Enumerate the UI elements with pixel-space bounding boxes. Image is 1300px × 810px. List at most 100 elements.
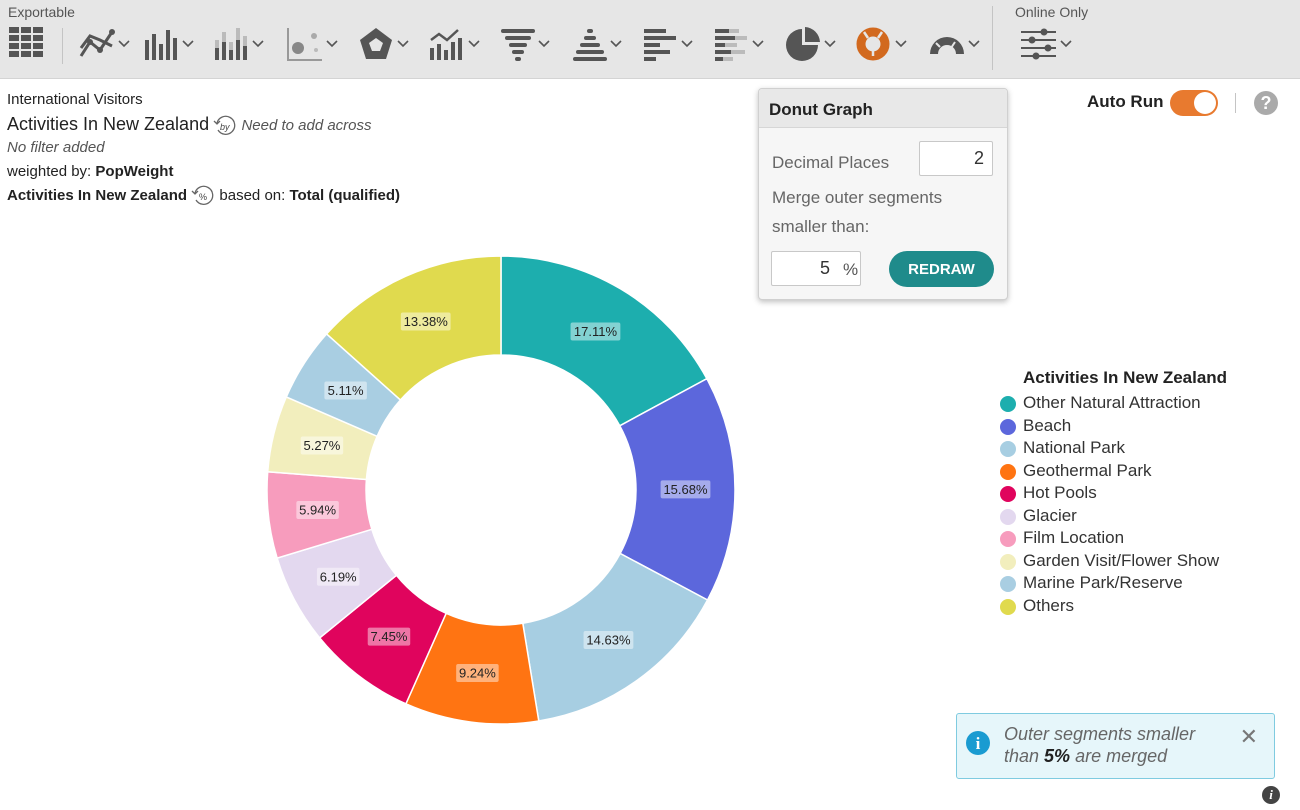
data-label: 7.45% — [371, 629, 408, 644]
donut-slice-glacier[interactable] — [276, 528, 398, 639]
data-label: 17.11% — [574, 324, 618, 339]
bar-chart-icon — [145, 30, 177, 60]
legend-swatch — [1000, 598, 1016, 615]
legend-swatch — [1000, 441, 1016, 457]
filter-note: No filter added — [7, 139, 105, 156]
donut-slice-hot-pools[interactable] — [318, 574, 448, 705]
by-cycle-icon[interactable]: by — [213, 115, 237, 137]
legend-label: Marine Park/Reserve — [1023, 573, 1183, 592]
settings-sliders-icon — [1021, 28, 1056, 60]
redraw-button[interactable]: REDRAW — [889, 251, 994, 287]
percent-variable[interactable]: Activities In New Zealand — [7, 187, 187, 204]
chevron-down-icon — [538, 40, 550, 48]
scatter-chart-button[interactable] — [286, 24, 338, 64]
source-name: International Visitors — [7, 91, 143, 108]
stacked-horizontal-bar-chart-button[interactable] — [714, 24, 764, 64]
data-label-background — [400, 312, 451, 331]
chevron-down-icon — [1060, 40, 1072, 48]
help-icon[interactable]: ? — [1254, 91, 1278, 115]
title-row: Activities In New Zealand by Need to add… — [7, 112, 400, 136]
donut-chart-icon — [856, 27, 890, 61]
merge-label-line1: Merge outer segments — [772, 188, 943, 207]
pie-chart-button[interactable] — [784, 24, 836, 64]
based-on-label: based on: — [219, 187, 286, 204]
horizontal-bar-chart-button[interactable] — [643, 24, 693, 64]
data-label: 15.68% — [663, 482, 708, 497]
data-label-background — [296, 501, 339, 520]
gauge-chart-button[interactable] — [928, 24, 980, 64]
online-only-label: Online Only — [1015, 4, 1089, 20]
legend-swatch — [1000, 508, 1016, 525]
data-label: 5.27% — [304, 438, 341, 453]
close-icon[interactable]: ✕ — [1240, 724, 1258, 750]
donut-chart-button[interactable] — [855, 24, 907, 64]
data-label-background — [570, 322, 621, 341]
horizontal-bar-chart-icon — [644, 29, 676, 61]
weighted-label: weighted by: — [7, 163, 92, 180]
info-icon: i — [966, 731, 990, 755]
line-chart-button[interactable] — [78, 24, 130, 64]
info-corner-icon[interactable]: i — [1262, 786, 1280, 804]
weighted-value[interactable]: PopWeight — [95, 163, 173, 180]
svg-text:%: % — [199, 192, 207, 202]
table-button[interactable] — [9, 24, 45, 64]
svg-text:by: by — [220, 122, 230, 132]
gauge-chart-icon — [930, 37, 964, 55]
data-label: 13.38% — [404, 314, 449, 329]
decimal-places-input[interactable] — [919, 141, 993, 176]
donut-slice-film-location[interactable] — [266, 470, 373, 560]
funnel-chart-button[interactable] — [500, 24, 550, 64]
legend-label: Garden Visit/Flower Show — [1023, 550, 1220, 570]
donut-slice-geothermal-park[interactable] — [404, 612, 540, 725]
legend-swatch — [1000, 418, 1016, 435]
scatter-chart-icon — [287, 28, 322, 61]
radar-chart-icon — [360, 28, 392, 59]
donut-slice-other-natural-attraction[interactable] — [500, 255, 708, 427]
data-label-background — [367, 627, 411, 646]
merge-unit: % — [843, 260, 859, 279]
chevron-down-icon — [397, 40, 409, 48]
chevron-down-icon — [610, 40, 622, 48]
percentage-row: Activities In New Zealand % based on: To… — [7, 184, 400, 208]
donut-slice-marine-park-reserve[interactable] — [285, 332, 402, 438]
legend-label: Others — [1023, 595, 1075, 615]
table-title[interactable]: Activities In New Zealand — [7, 114, 209, 134]
pyramid-chart-button[interactable] — [572, 24, 622, 64]
legend-label: Film Location — [1023, 528, 1125, 547]
data-label-background — [456, 663, 499, 682]
radar-chart-button[interactable] — [357, 24, 409, 64]
chevron-down-icon — [326, 40, 338, 48]
filter-row: No filter added — [7, 136, 400, 160]
based-on-value[interactable]: Total (qualified) — [289, 187, 400, 204]
legend-swatch — [1000, 463, 1016, 480]
donut-options-popup: Donut Graph Decimal Places Merge outer s… — [758, 88, 1008, 300]
data-label: 6.19% — [320, 569, 357, 584]
line-chart-icon — [79, 29, 115, 57]
table-icon — [9, 27, 43, 57]
chevron-down-icon — [895, 40, 907, 48]
settings-button[interactable] — [1020, 24, 1072, 64]
donut-slice-national-park[interactable] — [521, 552, 709, 722]
merge-notification: i Outer segments smaller than 5% are mer… — [956, 713, 1275, 779]
popup-title: Donut Graph — [759, 89, 1007, 128]
stacked-bar-chart-button[interactable] — [214, 24, 264, 64]
source-row: International Visitors — [7, 88, 400, 112]
funnel-chart-icon — [501, 29, 535, 61]
donut-slice-garden-visit-flower-show[interactable] — [266, 395, 379, 481]
merge-label-line2: smaller than: — [772, 217, 870, 236]
across-note: Need to add across — [241, 117, 372, 134]
bar-chart-button[interactable] — [144, 24, 194, 64]
combo-chart-button[interactable] — [428, 24, 480, 64]
stacked-bar-chart-icon — [215, 28, 247, 60]
chevron-down-icon — [118, 40, 130, 48]
legend-swatch — [1000, 396, 1016, 412]
donut-slice-beach[interactable] — [618, 377, 736, 602]
legend-swatch — [1000, 553, 1016, 570]
exportable-label: Exportable — [8, 4, 75, 20]
combo-chart-icon — [430, 29, 462, 60]
data-label-background — [660, 480, 711, 499]
percent-cycle-icon[interactable]: % — [191, 185, 215, 207]
help-divider — [1235, 93, 1236, 113]
auto-run-toggle[interactable] — [1170, 90, 1218, 116]
donut-slice-others[interactable] — [325, 255, 502, 402]
